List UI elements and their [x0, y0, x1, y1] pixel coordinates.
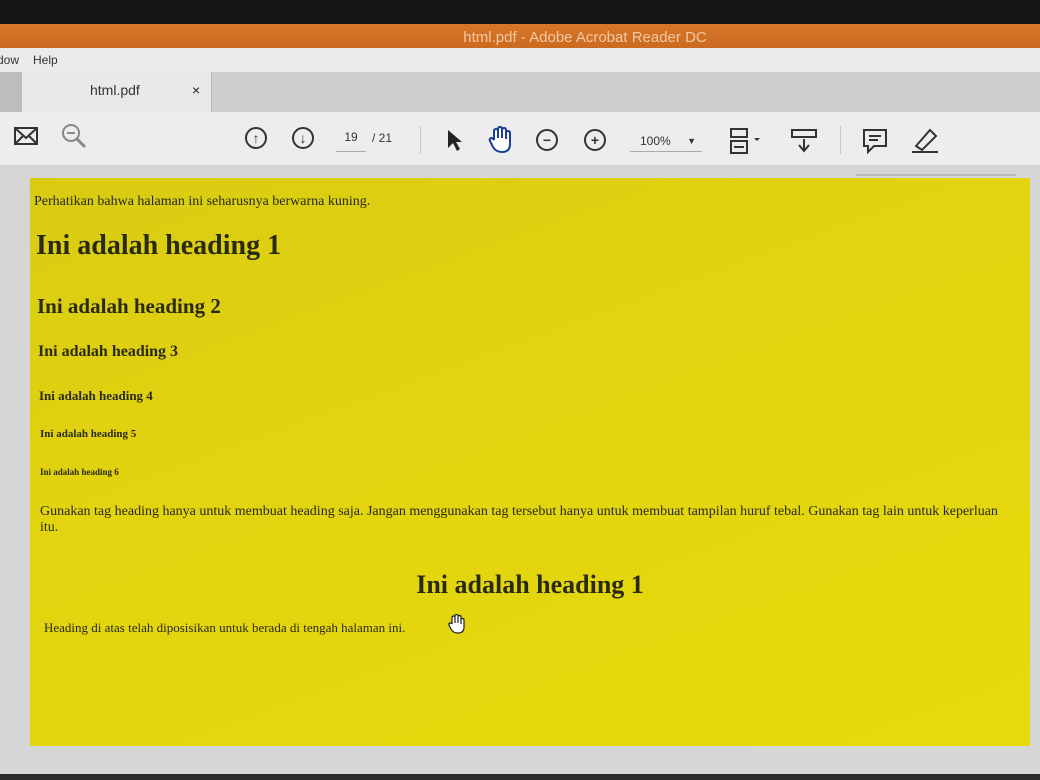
- home-tab-stub[interactable]: [0, 72, 22, 112]
- select-tool-icon[interactable]: [446, 128, 464, 157]
- hand-cursor-icon: [448, 613, 466, 634]
- menu-window[interactable]: dow: [0, 53, 33, 67]
- heading-6: Ini adalah heading 6: [40, 467, 119, 477]
- heading-5: Ini adalah heading 5: [40, 428, 137, 440]
- previous-page-icon[interactable]: ↑: [245, 127, 267, 149]
- heading-2: Ini adalah heading 2: [37, 294, 221, 318]
- centered-note: Heading di atas telah diposisikan untuk …: [44, 620, 406, 635]
- search-icon[interactable]: [60, 122, 88, 155]
- tab-label: html.pdf: [90, 82, 140, 98]
- tab-html-pdf[interactable]: html.pdf ×: [22, 72, 212, 112]
- page-total: / 21: [372, 131, 393, 145]
- heading-1: Ini adalah heading 1: [36, 230, 282, 261]
- monitor-bezel-bottom: [0, 774, 1040, 780]
- zoom-dropdown[interactable]: 100% ▼: [630, 130, 702, 152]
- window-titlebar: html.pdf - Adobe Acrobat Reader DC: [0, 24, 1040, 50]
- tab-bar: html.pdf ×: [0, 72, 1040, 112]
- toolbar: ↑ ↓ 19 / 21 − + 100% ▼: [0, 112, 1040, 166]
- body-paragraph: Gunakan tag heading hanya untuk membuat …: [40, 504, 998, 535]
- toolbar-divider: [420, 126, 421, 154]
- zoom-value: 100%: [640, 134, 671, 148]
- scroll-indicator: [856, 168, 1016, 176]
- scroll-mode-icon[interactable]: [790, 126, 818, 159]
- menu-bar: dow Help: [0, 48, 1040, 72]
- monitor-bezel: [0, 0, 1040, 24]
- fit-page-icon[interactable]: [728, 126, 762, 161]
- menu-help[interactable]: Help: [33, 53, 65, 67]
- page-number-input[interactable]: 19: [336, 130, 366, 152]
- highlight-pen-icon[interactable]: [910, 126, 940, 159]
- window-title: html.pdf - Adobe Acrobat Reader DC: [463, 29, 707, 46]
- comment-icon[interactable]: [862, 128, 888, 159]
- page-note: Perhatikan bahwa halaman ini seharusnya …: [34, 194, 371, 209]
- heading-3: Ini adalah heading 3: [38, 343, 179, 360]
- centered-heading: Ini adalah heading 1: [416, 570, 644, 599]
- document-viewer[interactable]: Perhatikan bahwa halaman ini seharusnya …: [0, 166, 1040, 780]
- next-page-icon[interactable]: ↓: [292, 127, 314, 149]
- heading-4: Ini adalah heading 4: [39, 388, 153, 403]
- zoom-out-icon[interactable]: −: [536, 129, 558, 151]
- mail-icon[interactable]: [14, 126, 40, 153]
- zoom-in-icon[interactable]: +: [584, 129, 606, 151]
- pdf-page: Perhatikan bahwa halaman ini seharusnya …: [30, 178, 1030, 746]
- tab-close-icon[interactable]: ×: [192, 82, 200, 98]
- hand-tool-icon[interactable]: [488, 125, 514, 159]
- toolbar-divider-2: [840, 126, 841, 154]
- chevron-down-icon: ▼: [687, 136, 696, 146]
